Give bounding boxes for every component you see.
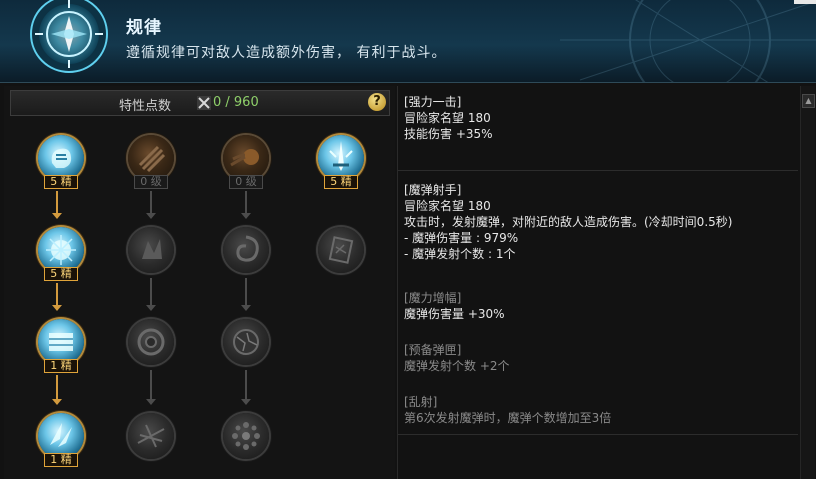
skill-level-badge: 0 级 — [229, 175, 263, 189]
connector-line — [56, 191, 58, 213]
trait-description: 攻击时，发射魔弹，对附近的敌人造成伤害。(冷却时间0.5秒) — [404, 215, 733, 229]
connector-line — [150, 370, 152, 399]
shadow-beast-icon — [142, 239, 162, 259]
vortex-icon — [236, 235, 259, 262]
connector-arrowhead — [241, 305, 251, 311]
skill-level-badge: 5 精 — [44, 267, 78, 281]
trait-name: [预备弹匣] — [404, 343, 462, 357]
trait-requirement: 冒险家名望 180 — [404, 111, 491, 125]
skill-level-badge: 5 精 — [44, 175, 78, 189]
trait-effect: 技能伤害 +35% — [404, 127, 493, 141]
header-description: 遵循规律可对敌人造成额外伤害， 有利于战斗。 — [126, 45, 447, 61]
skill-slot[interactable] — [128, 413, 174, 459]
trait-stat: - 魔弹伤害量 : 979% — [404, 231, 519, 245]
connector-line — [56, 375, 58, 399]
connector-arrowhead — [146, 399, 156, 405]
category-header: 规律 遵循规律可对敌人造成额外伤害， 有利于战斗。 — [0, 0, 816, 83]
skill-slot[interactable] — [223, 227, 269, 273]
connector-arrowhead — [241, 213, 251, 219]
skill-level-badge: 1 精 — [44, 359, 78, 373]
connector-line — [245, 278, 247, 305]
detail-magic-shooter: [魔弹射手] 冒险家名望 180 攻击时，发射魔弹，对附近的敌人造成伤害。(冷却… — [404, 182, 796, 262]
detail-strong-strike: [强力一击] 冒险家名望 180 技能伤害 +35% — [404, 94, 796, 142]
connector-line — [245, 370, 247, 399]
connector-arrowhead — [241, 399, 251, 405]
detail-reserve-magazine: [预备弹匣] 魔弹发射个数 +2个 — [404, 342, 796, 374]
trait-name: [乱射] — [404, 395, 438, 409]
window-corner-mark — [794, 0, 816, 4]
skill-slot[interactable] — [223, 413, 269, 459]
skill-slot[interactable] — [128, 227, 174, 273]
compass-emblem-icon — [30, 0, 108, 73]
connector-arrowhead — [146, 213, 156, 219]
trait-effect: 魔弹发射个数 +2个 — [404, 359, 510, 373]
section-divider — [398, 434, 798, 435]
skill-tree-panel: 特性点数 0 / 960 ? 5 精 0 级 0 级 5 精 5 精 1 精 1… — [4, 86, 395, 479]
connector-arrowhead — [52, 213, 62, 219]
connector-line — [150, 278, 152, 305]
detail-scrollbar[interactable]: ▲ — [800, 86, 815, 479]
trait-requirement: 冒险家名望 180 — [404, 199, 491, 213]
detail-barrage: [乱射] 第6次发射魔弹时，魔弹个数增加至3倍 — [404, 394, 796, 426]
section-divider — [398, 170, 798, 171]
trait-points-label: 特性点数 — [119, 99, 172, 114]
skill-slot[interactable] — [128, 319, 174, 365]
trait-detail-panel: [强力一击] 冒险家名望 180 技能伤害 +35% [魔弹射手] 冒险家名望 … — [397, 86, 801, 479]
rune-tablet-icon — [328, 236, 354, 264]
detail-magic-amplify: [魔力增幅] 魔弹伤害量 +30% — [404, 290, 796, 322]
header-decoration — [560, 0, 816, 82]
trait-name: [强力一击] — [404, 95, 462, 109]
connector-arrowhead — [52, 399, 62, 405]
connector-line — [56, 283, 58, 305]
trait-effect: 魔弹伤害量 +30% — [404, 307, 505, 321]
trait-name: [魔力增幅] — [404, 291, 462, 305]
connector-arrowhead — [52, 305, 62, 311]
blade-slash-icon — [137, 424, 165, 448]
trait-name: [魔弹射手] — [404, 183, 462, 197]
skill-slot[interactable] — [318, 227, 364, 273]
trait-points-value: 0 / 960 — [213, 95, 259, 110]
orb-ring-icon — [232, 422, 260, 450]
whirlwind-icon — [137, 328, 165, 356]
trait-stat: - 魔弹发射个数 : 1个 — [404, 247, 516, 261]
skill-level-badge: 1 精 — [44, 453, 78, 467]
skill-level-badge: 5 精 — [324, 175, 358, 189]
skill-slot[interactable] — [223, 319, 269, 365]
header-title: 规律 — [126, 18, 162, 38]
connector-line — [150, 191, 152, 213]
crossed-swords-icon — [197, 96, 211, 110]
help-icon[interactable]: ? — [368, 93, 386, 111]
connector-line — [245, 191, 247, 213]
trait-effect: 第6次发射魔弹时，魔弹个数增加至3倍 — [404, 411, 612, 425]
cracked-orb-icon — [233, 329, 259, 355]
trait-points-bar: 特性点数 0 / 960 ? — [10, 90, 390, 116]
connector-arrowhead — [146, 305, 156, 311]
skill-level-badge: 0 级 — [134, 175, 168, 189]
scroll-up-button[interactable]: ▲ — [802, 94, 815, 108]
